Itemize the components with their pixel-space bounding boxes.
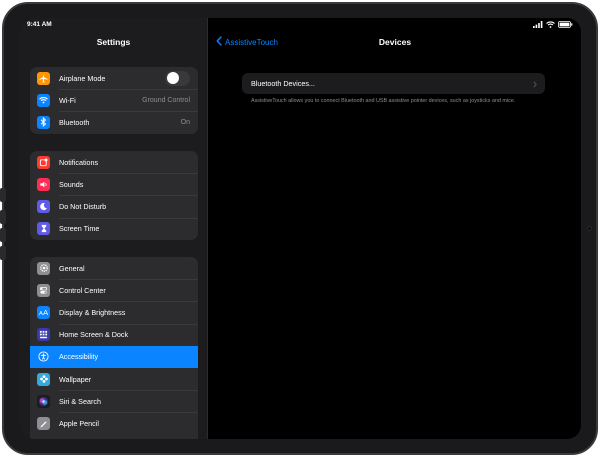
svg-text:A: A: [43, 308, 48, 316]
bluetooth-devices-row[interactable]: Bluetooth Devices...: [242, 73, 545, 94]
sidebar-item-display-brightness[interactable]: AA Display & Brightness: [30, 301, 198, 323]
mute-switch: [0, 188, 6, 202]
sidebar-item-home-screen-dock[interactable]: Home Screen & Dock: [30, 323, 198, 346]
sidebar-item-control-center[interactable]: Control Center: [30, 279, 198, 301]
sidebar-item-label: Siri & Search: [59, 396, 101, 406]
bluetooth-icon: [37, 115, 50, 129]
screen: 9:41 AM Settings Airplane Mode Wi-Fi Gro…: [19, 18, 581, 439]
sidebar-item-label: General: [59, 263, 85, 273]
battery-icon: [558, 21, 573, 28]
sidebar-item-accessibility[interactable]: Accessibility: [30, 345, 198, 368]
bluetooth-status-value: On: [180, 118, 190, 126]
sidebar-item-siri-search[interactable]: Siri & Search: [30, 390, 198, 412]
sidebar-item-apple-pencil[interactable]: Apple Pencil: [30, 412, 198, 434]
assistivetouch-footnote: AssistiveTouch allows you to connect Blu…: [251, 98, 516, 104]
sidebar-item-label: Apple Pencil: [59, 418, 99, 428]
sidebar-item-general[interactable]: General: [30, 257, 198, 279]
front-camera: [587, 226, 592, 231]
sidebar-item-screen-time[interactable]: Screen Time: [30, 217, 198, 240]
switches-icon: [37, 283, 50, 297]
wifi-icon: [546, 21, 555, 28]
status-bar: 9:41 AM: [19, 18, 581, 32]
volume-down-button: [0, 228, 6, 242]
gear-icon: [37, 261, 50, 275]
accessibility-icon: [37, 350, 50, 364]
sidebar-item-airplane-mode[interactable]: Airplane Mode: [30, 67, 198, 89]
sidebar-item-label: Control Center: [59, 285, 106, 295]
sidebar-item-label: Accessibility: [59, 352, 99, 362]
sidebar-item-label: Airplane Mode: [59, 73, 106, 83]
status-time: 9:41 AM: [27, 21, 52, 28]
sidebar-item-label: Wallpaper: [59, 374, 92, 384]
wifi-network-value: Ground Control: [142, 96, 190, 104]
speaker-icon: [37, 177, 50, 191]
siri-icon: [37, 394, 50, 408]
status-icons: [533, 21, 573, 28]
wifi-icon: [37, 93, 50, 107]
sidebar-item-label: Bluetooth: [59, 117, 90, 127]
chevron-left-icon: [216, 36, 222, 48]
airplane-mode-toggle[interactable]: [165, 70, 190, 86]
sidebar-item-label: Home Screen & Dock: [59, 330, 129, 340]
sidebar-item-label: Display & Brightness: [59, 307, 126, 317]
flower-icon: [37, 372, 50, 386]
sidebar-item-do-not-disturb[interactable]: Do Not Disturb: [30, 195, 198, 217]
notifications-icon: [37, 155, 50, 169]
sidebar-item-sounds[interactable]: Sounds: [30, 173, 198, 195]
grid-icon: [37, 328, 50, 342]
devices-detail-pane: AssistiveTouch Devices Bluetooth Devices…: [209, 18, 581, 439]
sidebar-group-general: General Control Center AA Display & Brig…: [30, 257, 198, 439]
sidebar-item-label: Do Not Disturb: [59, 201, 107, 211]
pencil-icon: [37, 416, 50, 430]
sidebar-item-label: Sounds: [59, 179, 84, 189]
sidebar-item-notifications[interactable]: Notifications: [30, 151, 198, 173]
sidebar-title: Settings: [96, 37, 131, 47]
sidebar-group-connectivity: Airplane Mode Wi-Fi Ground Control Bluet…: [30, 67, 198, 134]
airplane-icon: [37, 71, 50, 85]
sidebar-item-wifi[interactable]: Wi-Fi Ground Control: [30, 89, 198, 111]
text-size-icon: AA: [37, 305, 50, 319]
toggle-knob: [166, 72, 179, 85]
moon-icon: [37, 199, 50, 213]
back-button[interactable]: AssistiveTouch: [216, 36, 278, 48]
hourglass-icon: [37, 222, 50, 236]
sidebar-item-label: Notifications: [59, 157, 99, 167]
sidebar-item-label: Wi-Fi: [59, 95, 76, 105]
sidebar-item-label: Screen Time: [59, 224, 100, 234]
back-button-label: AssistiveTouch: [225, 37, 278, 47]
volume-up-button: [0, 210, 6, 224]
settings-sidebar: Settings Airplane Mode Wi-Fi Ground Cont…: [19, 18, 208, 439]
chevron-right-icon: [533, 75, 537, 93]
sidebar-item-wallpaper[interactable]: Wallpaper: [30, 368, 198, 390]
sidebar-item-bluetooth[interactable]: Bluetooth On: [30, 111, 198, 133]
bluetooth-devices-label: Bluetooth Devices...: [251, 79, 315, 88]
cellular-icon: [533, 21, 543, 28]
side-button: [0, 246, 6, 260]
sidebar-group-notifications: Notifications Sounds Do Not Disturb Scre…: [30, 151, 198, 240]
